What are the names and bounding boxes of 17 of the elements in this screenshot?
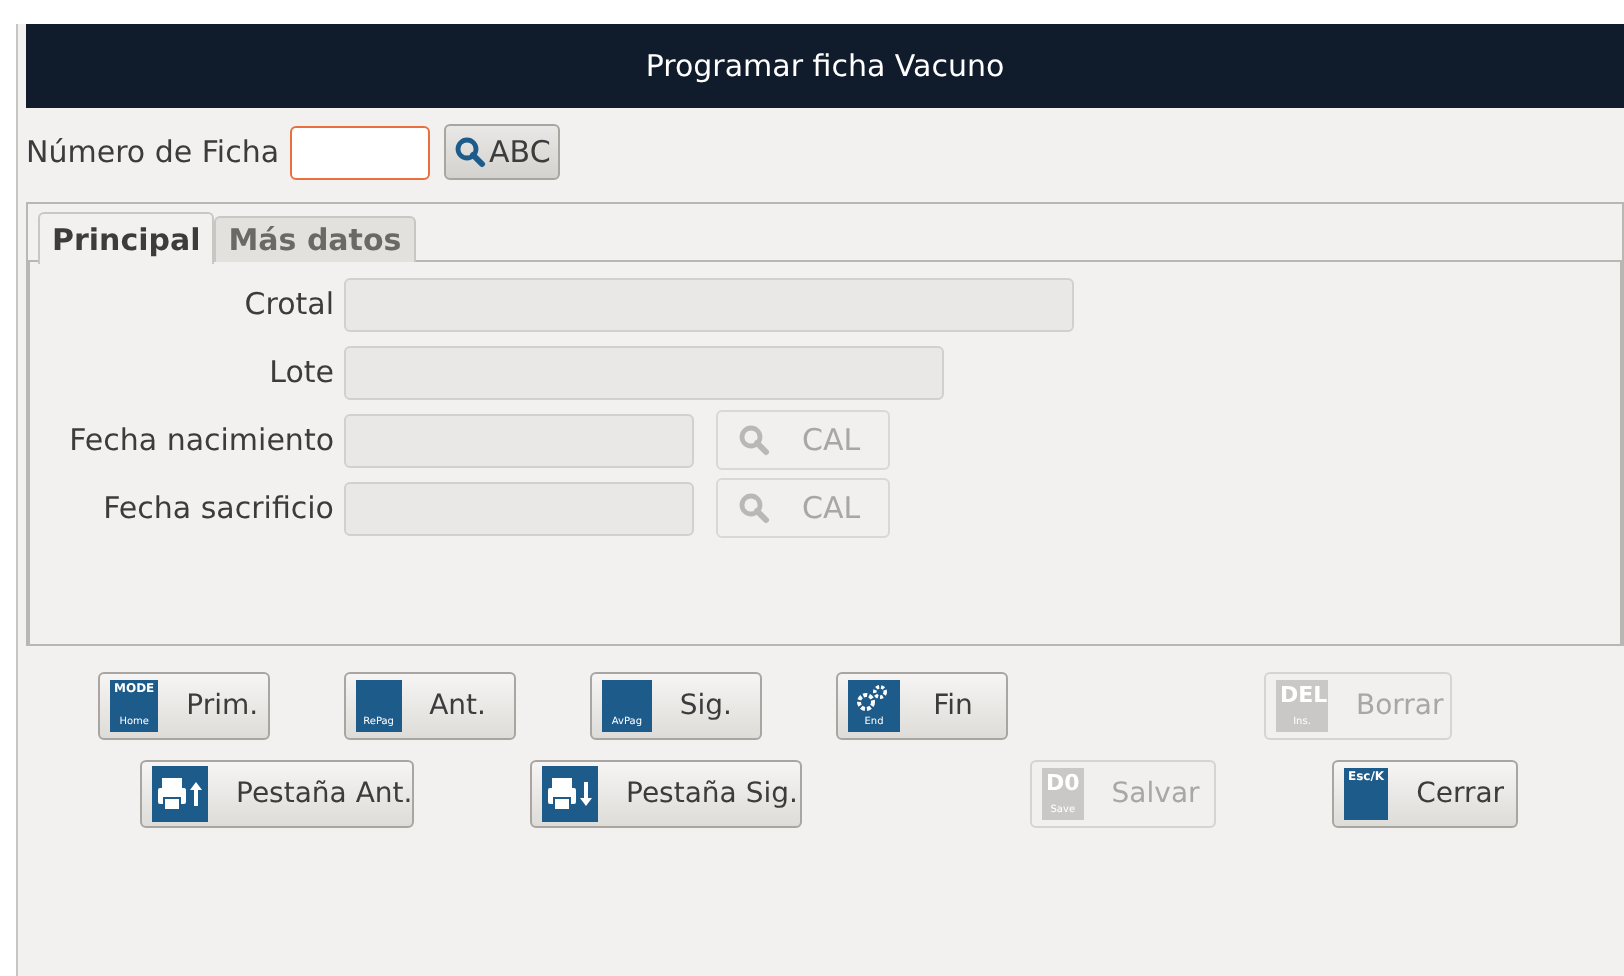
field-label: Lote	[267, 354, 334, 390]
search-icon	[738, 492, 770, 524]
printer-icon	[542, 766, 598, 822]
tab[interactable]: Más datos	[214, 216, 416, 262]
input-field[interactable]	[289, 125, 430, 179]
field-label: Número de Ficha	[26, 134, 280, 170]
key-button[interactable]: Pestaña Ant.	[140, 760, 414, 828]
field-label: Fecha nacimiento	[67, 422, 334, 458]
printer-icon	[152, 766, 208, 822]
search-icon	[738, 424, 770, 456]
tab[interactable]: Principal	[38, 212, 215, 264]
search-icon	[453, 136, 486, 168]
window-title: Programar ficha Vacuno	[26, 24, 1624, 108]
field-label: Fecha sacrificio	[101, 490, 334, 526]
search-button[interactable]: ABC	[443, 124, 561, 180]
field-label: Crotal	[242, 286, 334, 322]
key-button[interactable]: Pestaña Sig.	[530, 760, 802, 828]
